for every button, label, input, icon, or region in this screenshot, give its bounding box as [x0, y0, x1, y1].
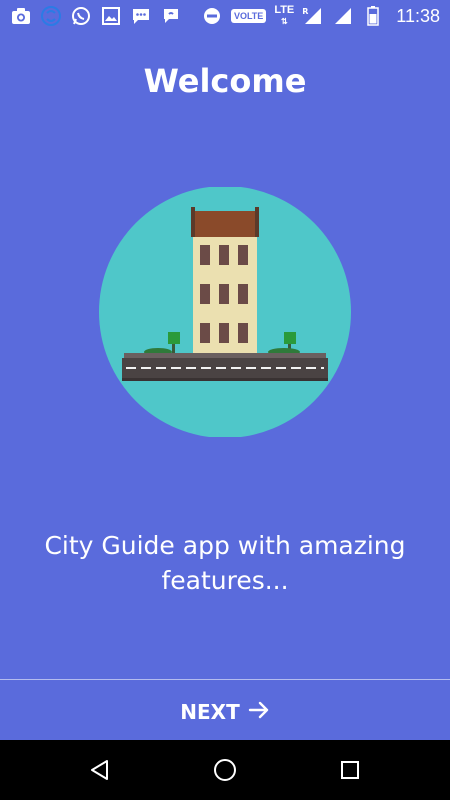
- arrow-right-icon: [248, 700, 270, 724]
- message-icon: [130, 5, 152, 27]
- system-status-icons: VOLTE LTE ⇅ R 11:38: [201, 4, 440, 28]
- page-title: Welcome: [143, 62, 307, 100]
- chat-icon: [160, 5, 182, 27]
- roaming-label: R: [302, 6, 309, 16]
- navigation-bar: [0, 740, 450, 800]
- footer-divider: [0, 679, 450, 680]
- next-button-label: NEXT: [180, 700, 240, 724]
- battery-icon: [362, 5, 384, 27]
- signal-icon: [332, 5, 354, 27]
- whatsapp-icon: [70, 5, 92, 27]
- status-time: 11:38: [396, 5, 440, 26]
- lte-icon: LTE ⇅: [274, 5, 294, 27]
- camera-icon: [10, 5, 32, 27]
- do-not-disturb-icon: [201, 5, 223, 27]
- sync-icon: [40, 5, 62, 27]
- data-arrows-icon: ⇅: [280, 17, 288, 26]
- onboarding-description: City Guide app with amazing features...: [44, 531, 406, 595]
- lte-label: LTE: [274, 4, 295, 16]
- city-building-illustration: [98, 186, 352, 438]
- gallery-icon: [100, 5, 122, 27]
- status-bar: VOLTE LTE ⇅ R 11:38: [0, 0, 450, 32]
- home-icon[interactable]: [211, 756, 239, 784]
- signal-icon: R: [302, 5, 324, 27]
- back-icon[interactable]: [86, 756, 114, 784]
- notification-icons: [10, 4, 182, 28]
- next-button[interactable]: NEXT: [150, 690, 300, 734]
- recents-icon[interactable]: [336, 756, 364, 784]
- volte-icon: VOLTE: [230, 9, 267, 23]
